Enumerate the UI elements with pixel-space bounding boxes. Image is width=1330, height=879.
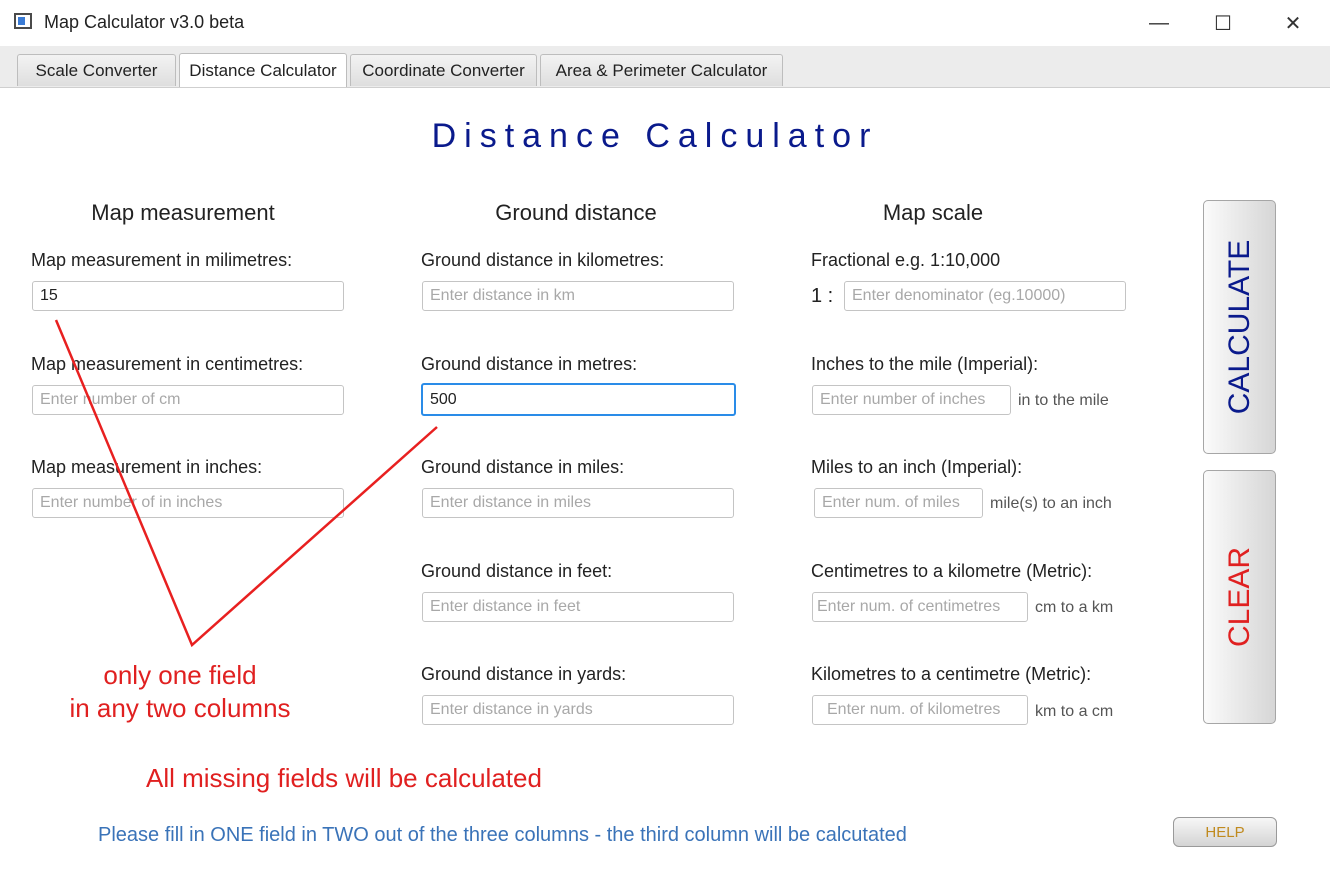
miles-to-inch-label: Miles to an inch (Imperial): — [811, 457, 1023, 477]
minimize-button[interactable]: — — [1136, 0, 1182, 46]
map-measurement-heading: Map measurement — [91, 200, 275, 225]
miles-to-inch-suffix: mile(s) to an inch — [990, 495, 1112, 512]
title-bar: Map Calculator v3.0 beta — ☐ ✕ — [0, 0, 1330, 47]
miles-label: Ground distance in miles: — [421, 457, 625, 477]
tab-distance-calculator[interactable]: Distance Calculator — [179, 53, 347, 87]
inches-to-mile-input[interactable] — [812, 385, 1011, 415]
inches-to-mile-suffix: in to the mile — [1018, 392, 1109, 409]
tab-area-perimeter-calculator[interactable]: Area & Perimeter Calculator — [540, 54, 783, 86]
feet-label: Ground distance in feet: — [421, 561, 613, 581]
inches-input[interactable] — [32, 488, 344, 518]
miles-to-inch-input[interactable] — [814, 488, 983, 518]
map-scale-heading: Map scale — [882, 200, 984, 225]
calculate-button[interactable]: CALCULATE — [1203, 200, 1276, 454]
app-icon — [14, 13, 32, 29]
km-input[interactable] — [422, 281, 734, 311]
minimize-icon: — — [1149, 11, 1169, 34]
maximize-button[interactable]: ☐ — [1200, 0, 1246, 46]
annotation-text-3: All missing fields will be calculated — [146, 763, 542, 793]
annotation-text-1: only one field — [103, 660, 257, 690]
close-icon: ✕ — [1284, 12, 1302, 35]
yards-input[interactable] — [422, 695, 734, 725]
help-button[interactable]: HELP — [1173, 817, 1277, 847]
calculate-label: CALCULATE — [1222, 239, 1256, 415]
km-label: Ground distance in kilometres: — [421, 250, 665, 270]
cm-label: Map measurement in centimetres: — [31, 354, 304, 374]
footer-instruction: Please fill in ONE field in TWO out of t… — [98, 824, 907, 846]
mm-label: Map measurement in milimetres: — [31, 250, 293, 270]
metres-input[interactable] — [421, 383, 736, 416]
cm-input[interactable] — [32, 385, 344, 415]
tab-coordinate-converter[interactable]: Coordinate Converter — [350, 54, 537, 86]
tab-scale-converter[interactable]: Scale Converter — [17, 54, 176, 86]
close-button[interactable]: ✕ — [1270, 0, 1316, 46]
denominator-input[interactable] — [844, 281, 1126, 311]
window-title: Map Calculator v3.0 beta — [44, 12, 245, 32]
page-title: Distance Calculator — [431, 117, 879, 155]
ground-distance-heading: Ground distance — [495, 200, 657, 225]
mm-input[interactable] — [32, 281, 344, 311]
cm-to-km-label: Centimetres to a kilometre (Metric): — [811, 561, 1093, 581]
annotation-text-2: in any two columns — [69, 693, 291, 723]
tab-bar: Scale Converter Distance Calculator Coor… — [0, 46, 1330, 88]
fraction-prefix: 1 : — [811, 285, 834, 307]
km-to-cm-label: Kilometres to a centimetre (Metric): — [811, 664, 1092, 684]
inches-to-mile-label: Inches to the mile (Imperial): — [811, 354, 1039, 374]
maximize-icon: ☐ — [1214, 12, 1232, 35]
miles-input[interactable] — [422, 488, 734, 518]
cm-to-km-input[interactable] — [812, 592, 1028, 622]
km-to-cm-input[interactable] — [812, 695, 1028, 725]
clear-button[interactable]: CLEAR — [1203, 470, 1276, 724]
km-to-cm-suffix: km to a cm — [1035, 703, 1114, 720]
cm-to-km-suffix: cm to a km — [1035, 599, 1114, 616]
clear-label: CLEAR — [1222, 546, 1256, 648]
metres-label: Ground distance in metres: — [421, 354, 638, 374]
fractional-label: Fractional e.g. 1:10,000 — [811, 250, 1001, 270]
inches-label: Map measurement in inches: — [31, 457, 263, 477]
feet-input[interactable] — [422, 592, 734, 622]
yards-label: Ground distance in yards: — [421, 664, 627, 684]
